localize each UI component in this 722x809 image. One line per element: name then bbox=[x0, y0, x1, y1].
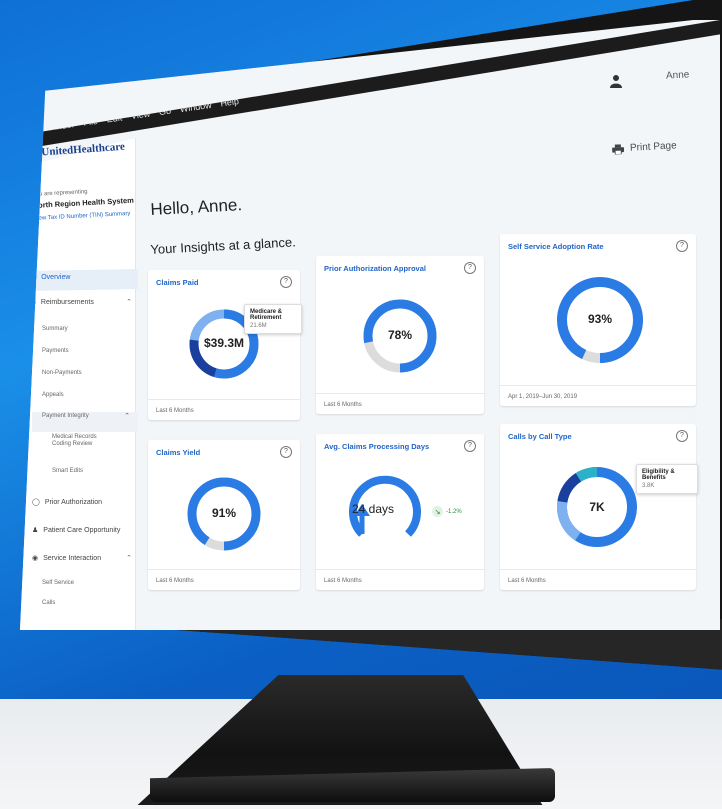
sidebar-item-payments[interactable]: Payments bbox=[42, 348, 69, 354]
calls-tooltip: Eligibility & Benefits 3.8K bbox=[636, 464, 698, 494]
sidebar-item-label: Calls bbox=[42, 600, 56, 606]
processing-days-trend: ↘ -1.2% bbox=[432, 506, 462, 517]
sidebar-item-self-service[interactable]: Self Service bbox=[42, 580, 74, 586]
trend-value: -1.2% bbox=[446, 508, 462, 515]
sidebar-item-summary[interactable]: Summary bbox=[42, 326, 68, 332]
user-icon[interactable] bbox=[610, 74, 622, 88]
card-period: Last 6 Months bbox=[324, 402, 362, 408]
chevron-up-icon[interactable]: ⌃ bbox=[124, 412, 130, 420]
print-page-label: Print Page bbox=[629, 140, 677, 154]
tooltip-title: Retirement bbox=[250, 315, 282, 321]
card-period: Last 6 Months bbox=[156, 408, 194, 414]
sidebar-item-label: Overview bbox=[41, 274, 71, 281]
sidebar-item-label: Summary bbox=[42, 326, 68, 332]
sidebar-item-label: Patient Care Opportunity bbox=[43, 526, 121, 534]
sidebar-item-reimbursements[interactable]: $ Reimbursements ⌃ bbox=[32, 298, 132, 307]
tooltip-title: Benefits bbox=[642, 475, 666, 481]
card-claims-paid[interactable]: Claims Paid ? $39.3M Medicare & Retireme… bbox=[148, 270, 302, 420]
card-divider bbox=[148, 569, 300, 570]
sidebar-item-label: Prior Authorization bbox=[44, 498, 103, 506]
print-page-button[interactable]: Print Page bbox=[611, 140, 677, 155]
user-name[interactable]: Anne bbox=[666, 69, 690, 81]
sidebar-item-overview[interactable]: ⌂ Overview bbox=[32, 274, 70, 281]
tooltip-value: 3.8K bbox=[642, 483, 655, 489]
sidebar-item-label: Payments bbox=[42, 348, 69, 354]
processing-days-value: 24 days bbox=[352, 502, 395, 516]
card-divider bbox=[148, 399, 300, 400]
app: Anne Print Page UnitedHealthcare You are… bbox=[20, 20, 720, 630]
check-circle-icon: ◯ bbox=[32, 499, 40, 506]
screen:  Finder File Edit View Go Window Help ≈… bbox=[20, 20, 720, 630]
chevron-up-icon[interactable]: ⌃ bbox=[126, 554, 132, 562]
self-service-value: 93% bbox=[587, 312, 613, 326]
sidebar-item-prior-authorization[interactable]: ◯ Prior Authorization bbox=[32, 498, 103, 507]
claims-paid-tooltip: Medicare & Retirement 21.6M bbox=[244, 304, 302, 334]
help-icon[interactable]: ? bbox=[676, 430, 688, 442]
card-processing-days[interactable]: Avg. Claims Processing Days ? 24 days ↘ … bbox=[316, 434, 484, 590]
insights-heading: Your Insights at a glance. bbox=[150, 234, 297, 257]
sidebar-item-service-interaction[interactable]: ◉ Service Interaction ⌃ bbox=[32, 554, 132, 563]
service-icon: ◉ bbox=[32, 555, 39, 562]
sidebar-item-label: Non-Payments bbox=[42, 370, 82, 376]
help-icon[interactable]: ? bbox=[280, 276, 292, 288]
card-period: Last 6 Months bbox=[324, 578, 362, 584]
sidebar-item-label: Smart Edits bbox=[52, 468, 84, 474]
card-self-service-adoption[interactable]: Self Service Adoption Rate ? 93% Apr 1, … bbox=[500, 234, 696, 406]
card-title: Avg. Claims Processing Days bbox=[324, 442, 430, 451]
sidebar-item-label: Medical Records bbox=[52, 434, 97, 440]
sidebar-item-smart-edits[interactable]: Smart Edits bbox=[52, 468, 83, 474]
claims-paid-value: $39.3M bbox=[203, 336, 245, 350]
sidebar-item-label: Self Service bbox=[42, 580, 75, 586]
card-title: Claims Yield bbox=[156, 448, 201, 457]
sidebar-item-calls[interactable]: Calls bbox=[42, 600, 55, 606]
printer-icon bbox=[611, 143, 625, 155]
card-title: Claims Paid bbox=[156, 278, 199, 287]
help-icon[interactable]: ? bbox=[676, 240, 688, 252]
help-icon[interactable]: ? bbox=[464, 262, 476, 274]
home-icon: ⌂ bbox=[32, 274, 37, 281]
sidebar-item-label: Appeals bbox=[42, 392, 64, 398]
help-icon[interactable]: ? bbox=[464, 440, 476, 452]
logo-mark bbox=[34, 145, 38, 160]
chevron-up-icon[interactable]: ⌃ bbox=[126, 298, 132, 306]
sidebar-item-label: Reimbursements bbox=[40, 298, 94, 306]
tooltip-value: 21.6M bbox=[250, 323, 267, 329]
sidebar-item-patient-care[interactable]: ♟ Patient Care Opportunity bbox=[32, 526, 121, 535]
card-divider bbox=[316, 569, 484, 570]
card-divider bbox=[500, 569, 696, 570]
card-title: Calls by Call Type bbox=[508, 432, 572, 441]
greeting: Hello, Anne. bbox=[150, 195, 243, 219]
apple-icon[interactable]:  bbox=[32, 123, 41, 135]
help-icon[interactable]: ? bbox=[280, 446, 292, 458]
calls-value: 7K bbox=[589, 500, 605, 514]
sidebar-item-label: Payment Integrity bbox=[42, 413, 89, 419]
prior-auth-value: 78% bbox=[387, 328, 413, 342]
card-claims-yield[interactable]: Claims Yield ? 91% Last 6 Months bbox=[148, 440, 300, 590]
sidebar-item-label: Service Interaction bbox=[43, 554, 102, 562]
dollar-icon: $ bbox=[32, 298, 36, 306]
card-prior-authorization[interactable]: Prior Authorization Approval ? 78% Last … bbox=[316, 256, 484, 414]
card-title: Prior Authorization Approval bbox=[324, 264, 426, 273]
organization-name: North Region Health System bbox=[32, 195, 135, 210]
sidebar-item-medical-records[interactable]: Medical Records Coding Review bbox=[52, 434, 97, 447]
card-divider bbox=[316, 393, 484, 394]
sidebar-item-payment-integrity[interactable]: Payment Integrity ⌃ bbox=[42, 412, 130, 420]
card-calls-by-type[interactable]: Calls by Call Type ? 7K Eligibility & Be… bbox=[500, 424, 698, 590]
sidebar-item-appeals[interactable]: Appeals bbox=[42, 392, 64, 398]
card-period: Last 6 Months bbox=[508, 578, 546, 584]
sidebar-item-label: Coding Review bbox=[52, 441, 93, 447]
trend-down-icon: ↘ bbox=[432, 506, 443, 517]
claims-yield-value: 91% bbox=[211, 506, 237, 520]
card-period: Apr 1, 2019–Jun 30, 2019 bbox=[508, 394, 578, 400]
sidebar-item-non-payments[interactable]: Non-Payments bbox=[42, 370, 82, 376]
patient-icon: ♟ bbox=[32, 527, 39, 534]
card-period: Last 6 Months bbox=[156, 578, 194, 584]
card-title: Self Service Adoption Rate bbox=[508, 242, 604, 251]
card-divider bbox=[500, 385, 696, 386]
representing-block: You are representing North Region Health… bbox=[32, 186, 143, 222]
